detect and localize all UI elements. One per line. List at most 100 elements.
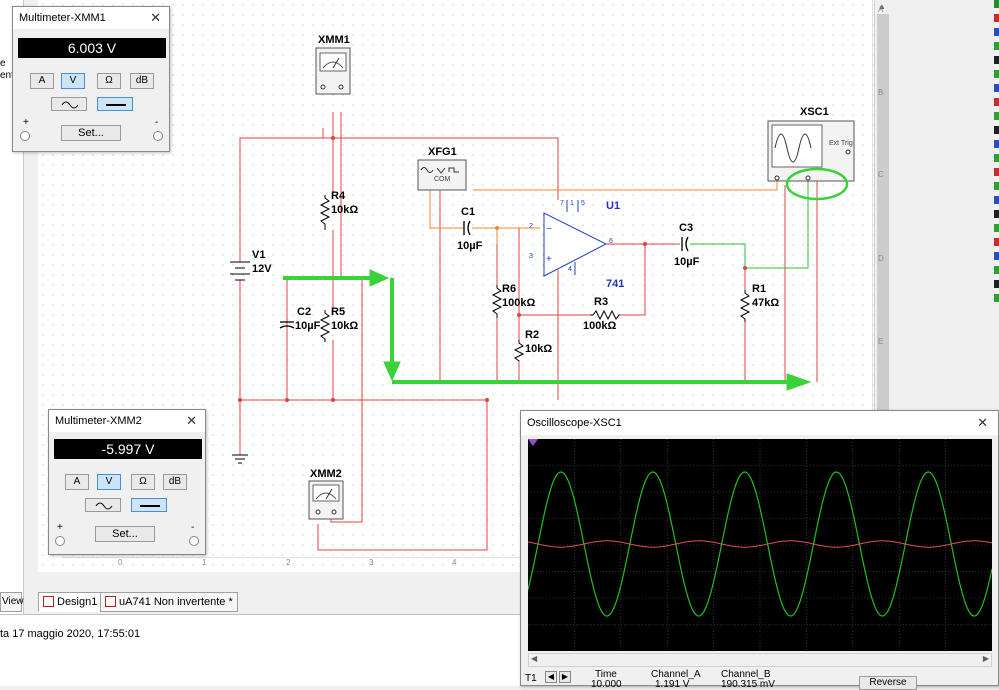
ohmmeter-button[interactable]: Ω [97,73,121,89]
decibel-button[interactable]: dB [163,474,187,490]
instrument-tool-icon[interactable] [994,210,999,218]
pin-label: 7 [560,200,564,207]
plus-sign: + [23,117,29,128]
instrument-tool-icon[interactable] [994,126,999,134]
instrument-tool-icon[interactable] [994,56,999,64]
capacitor-c3-plate [685,236,689,252]
c2-name: C2 [297,306,312,318]
wire-out-to-scope-b [745,180,809,269]
cursor-t1-marker [528,439,538,446]
instrument-tool-icon[interactable] [994,42,999,50]
cursor-left-button[interactable]: ◀ [545,671,557,683]
decibel-button[interactable]: dB [130,73,154,89]
close-icon[interactable]: ✕ [186,413,197,429]
instrument-tool-icon[interactable] [994,196,999,204]
ohmmeter-button[interactable]: Ω [131,474,155,490]
r4-name: R4 [331,190,346,202]
scroll-right-icon[interactable]: ▶ [983,654,989,663]
window-title-bar[interactable]: Multimeter-XMM1 ✕ [13,7,169,29]
instrument-tool-icon[interactable] [994,14,999,22]
ac-mode-button[interactable] [85,498,121,512]
c1-name: C1 [461,206,476,218]
v1-name: V1 [252,249,266,261]
xmm2-label: XMM2 [310,468,342,480]
wire-xfg-to-c1 [429,190,464,229]
instrument-tool-icon[interactable] [994,28,999,36]
instrument-tool-icon[interactable] [994,112,999,120]
ammeter-button[interactable]: A [30,73,54,89]
negative-terminal[interactable] [189,536,199,546]
instrument-tool-icon[interactable] [994,84,999,92]
instrument-tool-icon[interactable] [994,98,999,106]
schematic-file-icon [43,596,54,607]
wire-v1-top [239,112,334,262]
instrument-tool-icon[interactable] [994,0,999,8]
pin-label: 6 [609,238,613,245]
tab-design1[interactable]: Design1 [38,592,103,612]
view-tab[interactable]: View [0,592,24,612]
xmm1-label: XMM1 [318,34,350,46]
plus-sign: + [57,522,63,533]
oscilloscope-xsc1-window[interactable]: Oscilloscope-XSC1 ✕ ◀ ▶ T1 Time Channel_… [520,410,999,690]
battery-v1 [230,261,250,281]
instrument-tool-icon[interactable] [994,280,999,288]
close-icon[interactable]: ✕ [977,415,988,431]
c3-value: 10µF [674,256,700,268]
dc-line-icon [106,104,126,106]
wire-input-to-scope-a [473,180,778,191]
instrument-tool-icon[interactable] [994,154,999,162]
window-title-bar[interactable]: Oscilloscope-XSC1 ✕ [521,411,998,435]
r1-name: R1 [752,283,767,295]
instrument-tool-icon[interactable] [994,224,999,232]
instrument-tool-icon[interactable] [994,238,999,246]
r5-name: R5 [331,306,346,318]
positive-terminal[interactable] [55,536,65,546]
instrument-tool-icon[interactable] [994,182,999,190]
r2-name: R2 [525,329,540,341]
c3-name: C3 [679,222,694,234]
xmm1-instrument-icon [315,47,351,95]
resistor-r1 [739,290,751,322]
multimeter-xmm2-window[interactable]: Multimeter-XMM2 ✕ -5.997 V A V Ω dB + - … [48,409,206,555]
reverse-button[interactable]: Reverse [859,676,917,690]
negative-terminal[interactable] [153,131,163,141]
v1-value: 12V [252,263,272,275]
minus-sign: - [155,117,159,128]
close-icon[interactable]: ✕ [150,10,161,26]
tab-ua741-non-invertente[interactable]: uA741 Non invertente * [100,592,238,612]
instrument-tool-icon[interactable] [994,266,999,274]
resistor-r6 [491,285,503,318]
oscilloscope-horizontal-scrollbar[interactable]: ◀ ▶ [528,653,992,667]
cursor-right-button[interactable]: ▶ [559,671,571,683]
dc-mode-button[interactable] [131,498,167,512]
pin-label: 2 [529,223,533,230]
multimeter-xmm1-window[interactable]: Multimeter-XMM1 ✕ 6.003 V A V Ω dB + - S… [12,6,170,152]
set-button[interactable]: Set... [95,526,155,542]
voltmeter-button[interactable]: V [97,474,121,490]
window-title: Oscilloscope-XSC1 [527,417,622,429]
xfg1-label: XFG1 [428,146,457,158]
set-button[interactable]: Set... [61,125,121,141]
instrument-tool-icon[interactable] [994,252,999,260]
instrument-tool-icon[interactable] [994,294,999,302]
xsc1-instrument-icon [767,120,855,182]
ac-mode-button[interactable] [51,97,87,111]
scroll-left-icon[interactable]: ◀ [531,654,537,663]
instrument-tool-icon[interactable] [994,140,999,148]
r3-value: 100kΩ [583,320,617,332]
ammeter-button[interactable]: A [65,474,89,490]
cursor-channel-a-value: 1.191 V [655,679,690,690]
resistor-r2 [513,340,525,362]
window-title-bar[interactable]: Multimeter-XMM2 ✕ [49,410,205,432]
instrument-tool-icon[interactable] [994,70,999,78]
oscilloscope-screen[interactable] [527,439,993,651]
dc-mode-button[interactable] [97,97,133,111]
tab-label: Design1 [57,596,98,608]
instruments-toolbar[interactable] [994,0,999,330]
voltmeter-button[interactable]: V [61,73,85,89]
r4-value: 10kΩ [331,204,359,216]
instrument-tool-icon[interactable] [994,168,999,176]
sine-wave-icon [95,502,113,510]
positive-terminal[interactable] [20,131,30,141]
c1-value: 10µF [457,240,483,252]
